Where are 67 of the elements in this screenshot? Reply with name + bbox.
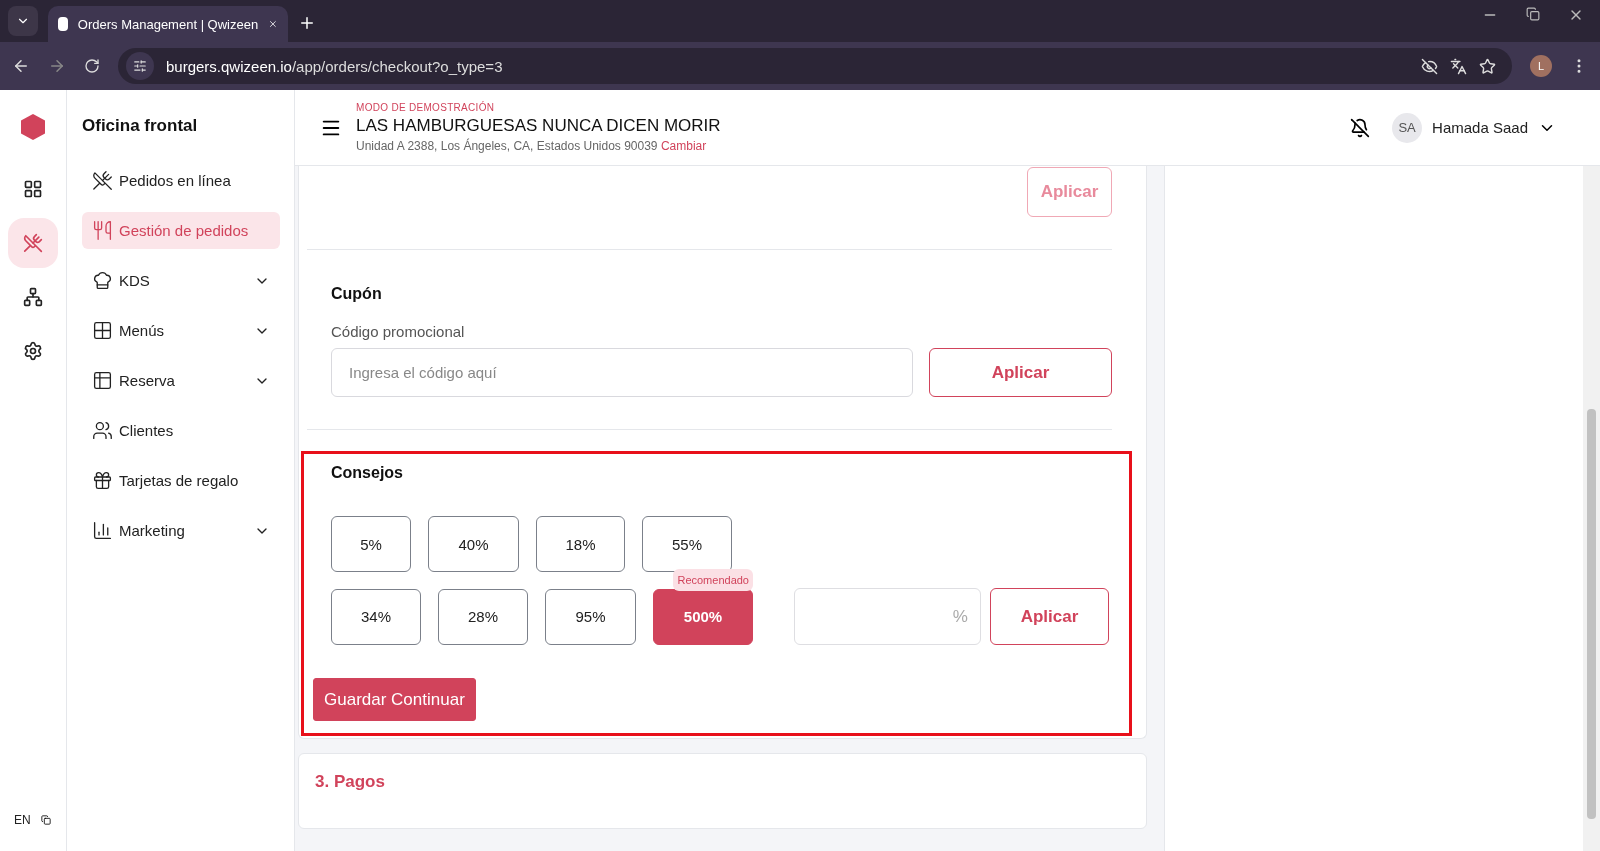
sidebar-item[interactable]: Gestión de pedidos — [82, 212, 280, 249]
demo-mode-label: MODO DE DEMOSTRACIÓN — [356, 102, 496, 113]
utensils-crossed-icon — [92, 170, 113, 191]
network-icon — [23, 287, 43, 307]
url-text: burgers.qwizeen.io/app/orders/checkout?o_type=3 — [166, 57, 504, 75]
reload-icon[interactable] — [84, 58, 100, 74]
utensils-icon — [92, 220, 113, 241]
tracking-off-icon[interactable] — [1421, 57, 1438, 75]
chef-hat-icon — [92, 270, 113, 291]
apply-button[interactable]: Aplicar — [989, 588, 1109, 645]
tab-list-button[interactable] — [8, 6, 38, 36]
section-title: Cupón — [331, 285, 383, 303]
sidebar-item[interactable]: Pedidos en línea — [82, 162, 280, 199]
payments-card[interactable]: 3. Pagos — [298, 753, 1147, 829]
language-label[interactable]: EN — [14, 813, 31, 827]
sidebar-item[interactable]: Reserva — [82, 362, 280, 399]
user-avatar[interactable]: SA — [1392, 112, 1423, 143]
change-link[interactable]: Cambiar — [660, 139, 707, 153]
restaurant-address: Unidad A 2388, Los Ángeles, CA, Estados Unidos 90039 Cambiar — [356, 139, 708, 153]
scrollbar[interactable] — [1583, 166, 1600, 851]
bar-chart-icon — [92, 520, 113, 541]
bookmark-star-icon[interactable] — [1479, 57, 1496, 75]
browser-tab[interactable]: Orders Management | Qwizeen — [48, 6, 288, 42]
field-label: Código promocional — [331, 323, 466, 340]
table-icon — [92, 370, 113, 391]
new-tab-icon[interactable] — [298, 14, 316, 32]
restaurant-name: LAS HAMBURGUESAS NUNCA DICEN MORIR — [356, 116, 721, 136]
sidebar-item[interactable]: KDS — [82, 262, 280, 299]
users-icon — [92, 420, 113, 441]
save-continue-button[interactable]: Guardar Continuar — [313, 678, 476, 721]
tip-option[interactable]: 500% — [653, 588, 753, 645]
restore-icon[interactable] — [1526, 7, 1540, 21]
tip-option[interactable]: 40% — [428, 516, 519, 572]
address-bar[interactable]: burgers.qwizeen.io/app/orders/checkout?o_type=3 — [118, 48, 1512, 84]
grid-icon — [92, 320, 113, 341]
promo-code-field[interactable]: Ingresa el código aquí — [331, 348, 913, 397]
tip-option[interactable]: 95% — [545, 588, 636, 645]
section-title: 3. Pagos — [315, 772, 385, 791]
user-name[interactable]: Hamada Saad — [1432, 119, 1528, 136]
logo-icon — [21, 114, 45, 140]
site-favicon-icon — [58, 17, 68, 31]
back-icon[interactable] — [12, 57, 30, 75]
site-settings-icon[interactable] — [126, 52, 154, 80]
settings-icon — [23, 341, 43, 361]
dashboard-icon — [23, 179, 43, 199]
sidebar-item[interactable]: Menús — [82, 312, 280, 349]
recommended-badge: Recomendado — [673, 568, 753, 591]
tab-title: Orders Management | Qwizeen — [77, 16, 259, 32]
tip-option[interactable]: 34% — [331, 588, 421, 645]
tip-option[interactable]: 55% — [642, 516, 732, 572]
tip-option[interactable]: 28% — [438, 588, 528, 645]
apply-button[interactable]: Aplicar — [929, 348, 1112, 397]
sidebar-title: Oficina frontal — [82, 116, 199, 136]
gift-icon — [92, 470, 113, 491]
tip-option[interactable]: 18% — [536, 516, 625, 572]
forward-icon[interactable] — [48, 57, 66, 75]
profile-avatar[interactable]: L — [1530, 55, 1552, 77]
sidebar-item[interactable]: Marketing — [82, 512, 280, 549]
notifications-off-icon[interactable] — [1350, 117, 1371, 138]
orders-icon — [23, 233, 43, 253]
tip-option[interactable]: 5% — [331, 516, 411, 572]
translate-icon[interactable] — [1450, 57, 1467, 75]
percent-suffix: % — [952, 606, 968, 627]
sidebar-item[interactable]: Tarjetas de regalo — [82, 462, 280, 499]
expand-icon[interactable] — [40, 815, 51, 825]
section-title: Consejos — [331, 464, 404, 482]
sidebar-item[interactable]: Clientes — [82, 412, 280, 449]
